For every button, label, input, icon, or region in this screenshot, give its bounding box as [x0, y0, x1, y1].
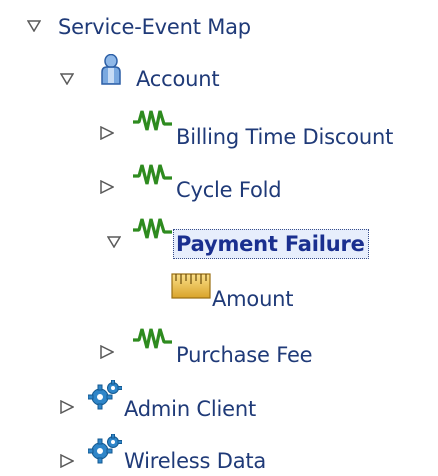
expanded-triangle-icon[interactable]	[24, 16, 44, 36]
collapsed-triangle-icon[interactable]	[97, 177, 117, 197]
event-pulse-icon	[132, 216, 174, 246]
ruler-icon	[171, 273, 211, 303]
collapsed-triangle-icon[interactable]	[97, 342, 117, 362]
collapsed-triangle-icon[interactable]	[57, 451, 77, 471]
service-event-tree: Service-Event Map Account Billing Time D…	[0, 0, 438, 476]
tree-node-label: Billing Time Discount	[176, 125, 394, 149]
tree-node-label: Purchase Fee	[176, 343, 313, 367]
tree-node-label: Wireless Data	[124, 449, 267, 473]
event-pulse-icon	[132, 108, 174, 138]
collapsed-triangle-icon[interactable]	[57, 397, 77, 417]
event-pulse-icon	[132, 162, 174, 192]
tree-node-label: Service-Event Map	[58, 15, 251, 39]
tree-node-label-selected: Payment Failure	[173, 229, 369, 259]
tree-node-label: Admin Client	[124, 397, 256, 421]
event-pulse-icon	[132, 326, 174, 356]
person-icon	[99, 53, 123, 90]
tree-node-label: Amount	[212, 287, 294, 311]
expanded-triangle-icon[interactable]	[57, 69, 77, 89]
tree-node-label: Account	[136, 67, 220, 91]
tree-node-label: Cycle Fold	[176, 178, 282, 202]
expanded-triangle-icon[interactable]	[104, 232, 124, 252]
collapsed-triangle-icon[interactable]	[97, 123, 117, 143]
gear-icon	[87, 379, 123, 414]
gear-icon	[87, 433, 123, 468]
